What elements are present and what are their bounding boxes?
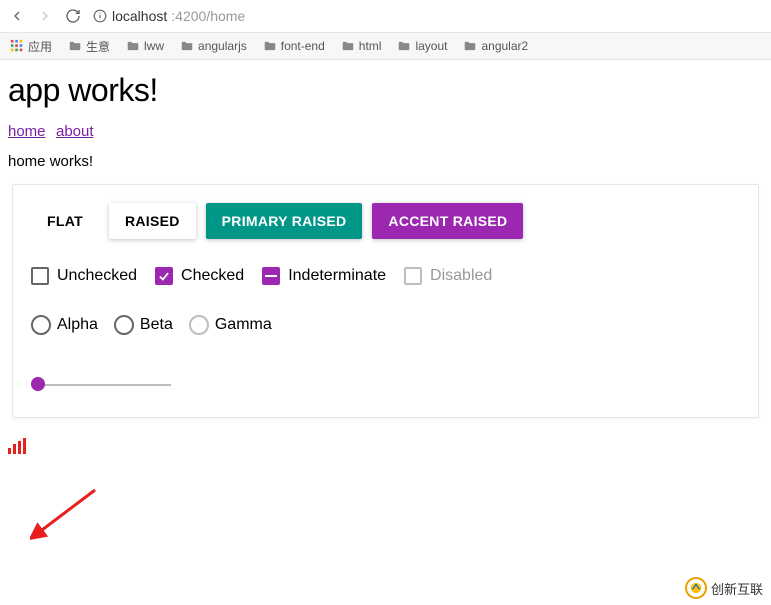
bookmark-folder[interactable]: angularjs [180, 39, 247, 53]
checkbox-indeterminate-label: Indeterminate [288, 267, 386, 285]
annotation-arrow [30, 485, 100, 540]
bookmark-label: html [359, 39, 382, 53]
radio-row: Alpha Beta Gamma [31, 315, 740, 335]
watermark-logo-icon [685, 577, 707, 599]
slider-thumb[interactable] [31, 377, 45, 391]
bookmark-label: angularjs [198, 39, 247, 53]
bar-chart-icon [8, 438, 26, 454]
apps-label: 应用 [28, 38, 52, 55]
folder-icon [463, 39, 477, 53]
url-host: localhost [112, 8, 167, 24]
nav-links: home about [8, 123, 763, 141]
raised-button[interactable]: RAISED [109, 203, 196, 239]
forward-button[interactable] [36, 7, 54, 25]
bookmark-label: angular2 [481, 39, 528, 53]
bookmark-label: lww [144, 39, 164, 53]
radio-alpha-label: Alpha [57, 316, 98, 334]
button-row: FLAT RAISED PRIMARY RAISED ACCENT RAISED [31, 203, 740, 239]
checkbox-indeterminate[interactable] [262, 267, 280, 285]
radio-beta-label: Beta [140, 316, 173, 334]
checkbox-unchecked[interactable] [31, 267, 49, 285]
about-link[interactable]: about [56, 123, 94, 140]
browser-toolbar: localhost:4200/home [0, 0, 771, 32]
folder-icon [341, 39, 355, 53]
home-link[interactable]: home [8, 123, 46, 140]
slider-track [31, 384, 171, 386]
checkbox-disabled [404, 267, 422, 285]
page-content: app works! home about home works! FLAT R… [0, 60, 771, 459]
back-button[interactable] [8, 7, 26, 25]
reload-button[interactable] [64, 7, 82, 25]
bookmark-label: font-end [281, 39, 325, 53]
bookmark-folder[interactable]: 生意 [68, 38, 110, 55]
radio-gamma-label: Gamma [215, 316, 272, 334]
info-icon [92, 8, 108, 24]
watermark: 创新互联 [685, 577, 763, 599]
bookmark-folder[interactable]: lww [126, 39, 164, 53]
checkbox-disabled-label: Disabled [430, 267, 492, 285]
bookmark-label: 生意 [86, 38, 110, 55]
folder-icon [68, 39, 82, 53]
url-path: :4200/home [171, 8, 245, 24]
slider[interactable] [31, 375, 171, 395]
radio-beta[interactable] [114, 315, 134, 335]
page-title: app works! [8, 72, 763, 109]
bookmark-folder[interactable]: html [341, 39, 382, 53]
primary-raised-button[interactable]: PRIMARY RAISED [206, 203, 363, 239]
folder-icon [180, 39, 194, 53]
bookmarks-bar: 应用 生意 lww angularjs font-end html layout… [0, 32, 771, 60]
flat-button[interactable]: FLAT [31, 203, 99, 239]
folder-icon [397, 39, 411, 53]
accent-raised-button[interactable]: ACCENT RAISED [372, 203, 523, 239]
checkbox-unchecked-label: Unchecked [57, 267, 137, 285]
bookmark-folder[interactable]: layout [397, 39, 447, 53]
demo-card: FLAT RAISED PRIMARY RAISED ACCENT RAISED… [12, 184, 759, 418]
bookmark-folder[interactable]: font-end [263, 39, 325, 53]
bookmark-folder[interactable]: angular2 [463, 39, 528, 53]
bookmark-label: layout [415, 39, 447, 53]
url-bar[interactable]: localhost:4200/home [92, 8, 245, 24]
folder-icon [126, 39, 140, 53]
checkbox-checked-label: Checked [181, 267, 244, 285]
checkbox-checked[interactable] [155, 267, 173, 285]
apps-button[interactable]: 应用 [10, 38, 52, 55]
radio-gamma [189, 315, 209, 335]
folder-icon [263, 39, 277, 53]
radio-alpha[interactable] [31, 315, 51, 335]
checkbox-row: Unchecked Checked Indeterminate Disabled [31, 267, 740, 285]
watermark-text: 创新互联 [711, 579, 763, 598]
route-text: home works! [8, 153, 763, 170]
